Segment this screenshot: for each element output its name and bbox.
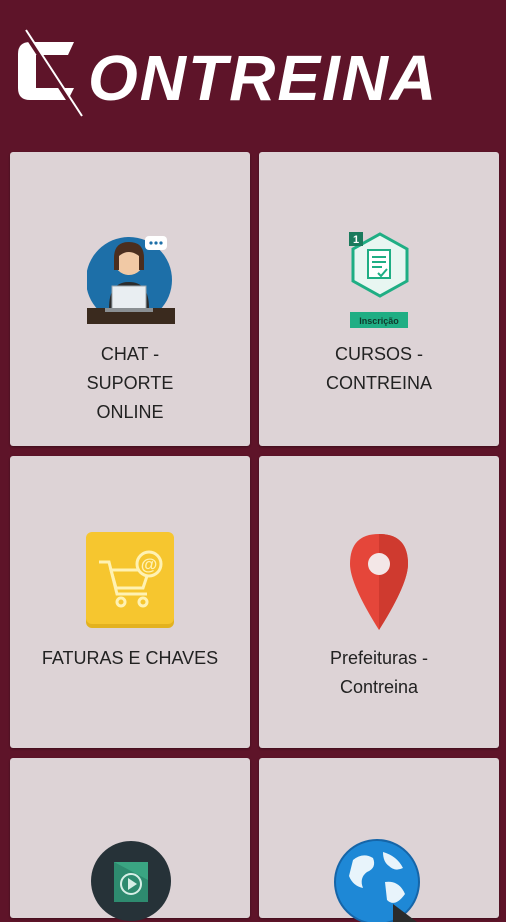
course-badge-text: Inscrição [359, 316, 399, 326]
shopping-cart-email-icon: @ [86, 532, 174, 628]
menu-card-chat[interactable]: CHAT - SUPORTE ONLINE [10, 152, 250, 446]
menu-card-prefeituras[interactable]: Prefeituras - Contreina [259, 456, 499, 748]
menu-card-chat-label: CHAT - SUPORTE ONLINE [86, 344, 174, 422]
menu-card-globe[interactable] [259, 758, 499, 922]
menu-card-faturas[interactable]: @ FATURAS E CHAVES [10, 456, 250, 748]
map-pin-icon [350, 534, 408, 630]
menu-card-faturas-label: FATURAS E CHAVES [41, 648, 219, 668]
video-play-icon [91, 841, 171, 921]
svg-text:@: @ [141, 555, 158, 574]
menu-grid: CHAT - SUPORTE ONLINE 1 Inscrição CURSOS… [0, 0, 506, 922]
menu-card-prefeituras-label: Prefeituras - Contreina [329, 648, 429, 697]
course-badge-number: 1 [353, 234, 359, 246]
menu-card-video[interactable] [10, 758, 250, 921]
menu-card-cursos[interactable]: 1 Inscrição CURSOS - CONTREINA [259, 152, 499, 446]
menu-card-cursos-label: CURSOS - CONTREINA [325, 344, 432, 393]
course-certificate-icon: 1 Inscrição [349, 232, 409, 328]
globe-icon [334, 839, 420, 922]
support-agent-icon [87, 236, 175, 324]
